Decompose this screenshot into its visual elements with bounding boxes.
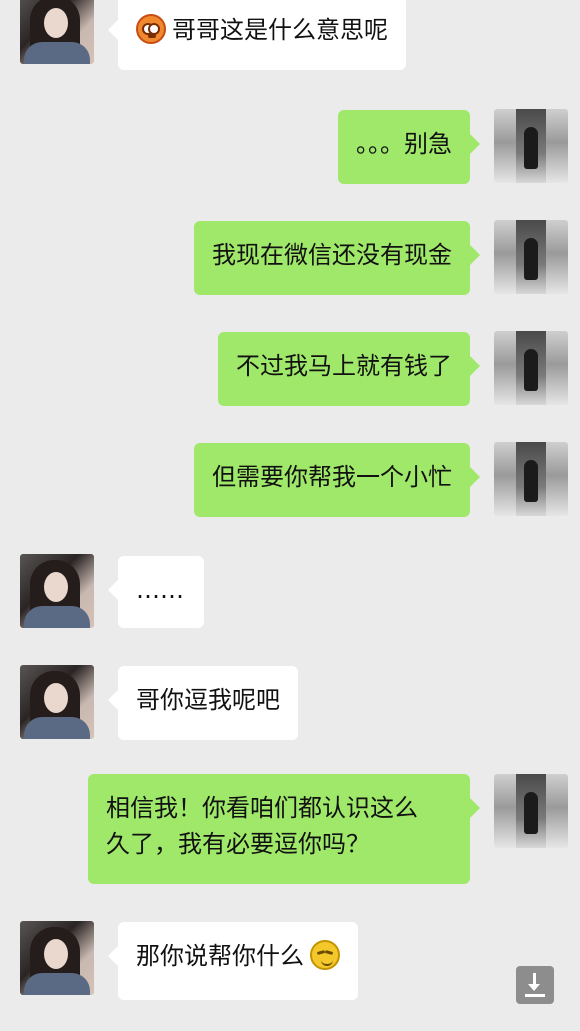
message-bubble-outgoing[interactable]: 相信我！你看咱们都认识这么 久了，我有必要逗你吗？ — [88, 774, 480, 884]
message-text: 。。。别急 — [356, 130, 452, 158]
message-bubble-incoming[interactable]: …… — [108, 556, 204, 628]
message-text: 但需要你帮我一个小忙 — [212, 463, 452, 491]
my-avatar[interactable] — [494, 331, 568, 405]
my-avatar[interactable] — [494, 220, 568, 294]
download-icon[interactable] — [516, 966, 554, 1004]
message-text: 哥你逗我呢吧 — [136, 686, 280, 714]
contact-avatar[interactable] — [20, 665, 94, 739]
message-text: 不过我马上就有钱了 — [236, 352, 452, 380]
contact-avatar[interactable] — [20, 0, 94, 64]
message-text-line: 相信我！你看咱们都认识这么 — [106, 794, 418, 822]
my-avatar[interactable] — [494, 109, 568, 183]
message-bubble-incoming[interactable]: 哥你逗我呢吧 — [108, 666, 298, 740]
message-bubble-outgoing[interactable]: 我现在微信还没有现金 — [194, 221, 480, 295]
message-text: 我现在微信还没有现金 — [212, 241, 452, 269]
message-bubble-incoming[interactable]: 那你说帮你什么 — [108, 922, 358, 1000]
message-bubble-incoming[interactable]: 哥哥这是什么意思呢 — [108, 0, 406, 70]
message-bubble-outgoing[interactable]: 。。。别急 — [338, 110, 480, 184]
message-text: …… — [136, 576, 184, 604]
contact-avatar[interactable] — [20, 921, 94, 995]
contact-avatar[interactable] — [20, 554, 94, 628]
message-bubble-outgoing[interactable]: 不过我马上就有钱了 — [218, 332, 480, 406]
message-text: 那你说帮你什么 — [136, 942, 304, 970]
my-avatar[interactable] — [494, 442, 568, 516]
message-text-line: 久了，我有必要逗你吗？ — [106, 830, 370, 858]
my-avatar[interactable] — [494, 774, 568, 848]
message-text: 哥哥这是什么意思呢 — [172, 16, 388, 44]
message-bubble-outgoing[interactable]: 但需要你帮我一个小忙 — [194, 443, 480, 517]
smirk-face-icon — [310, 940, 340, 970]
flushed-face-icon — [136, 14, 166, 44]
